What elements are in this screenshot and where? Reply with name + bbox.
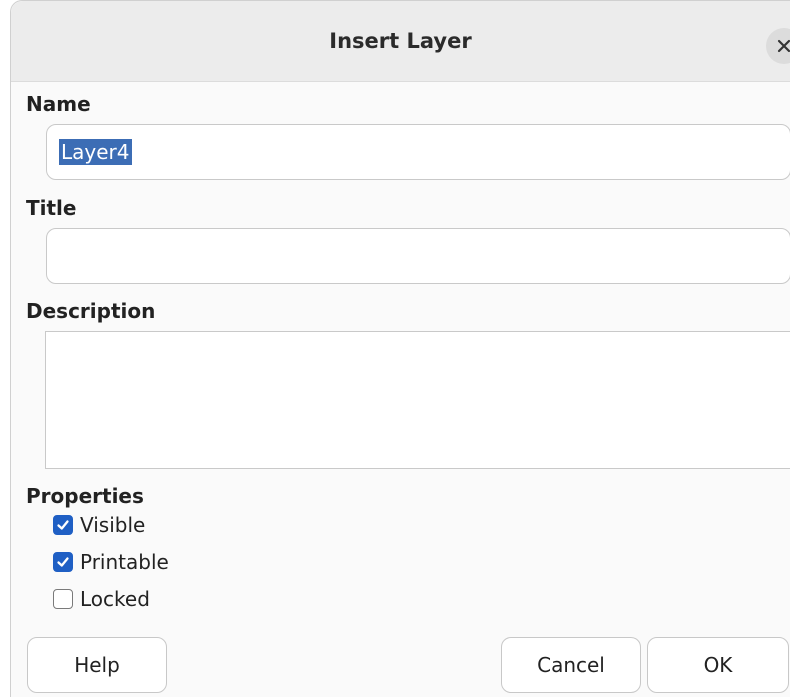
title-label: Title [26, 196, 77, 220]
help-button[interactable]: Help [27, 637, 167, 693]
checkmark-icon [57, 520, 69, 530]
description-label: Description [26, 299, 156, 323]
cancel-button[interactable]: Cancel [501, 637, 641, 693]
close-button[interactable] [766, 28, 790, 64]
name-field[interactable]: Layer4 [46, 124, 790, 180]
locked-checkbox-box[interactable] [53, 589, 73, 609]
dialog-title: Insert Layer [329, 29, 472, 53]
insert-layer-dialog: Insert Layer Name Layer4 Title Descripti… [10, 0, 790, 697]
ok-button[interactable]: OK [647, 637, 789, 693]
name-field-value: Layer4 [59, 139, 132, 165]
visible-checkbox-box[interactable] [53, 515, 73, 535]
close-icon [777, 39, 790, 53]
properties-label: Properties [26, 484, 144, 508]
name-label: Name [26, 92, 91, 116]
printable-checkbox[interactable]: Printable [53, 550, 169, 574]
locked-label: Locked [80, 587, 150, 611]
description-textarea[interactable] [45, 331, 790, 469]
visible-label: Visible [80, 513, 146, 537]
printable-checkbox-box[interactable] [53, 552, 73, 572]
title-field[interactable] [46, 228, 790, 284]
title-bar: Insert Layer [11, 1, 790, 82]
locked-checkbox[interactable]: Locked [53, 587, 150, 611]
checkmark-icon [57, 557, 69, 567]
printable-label: Printable [80, 550, 169, 574]
visible-checkbox[interactable]: Visible [53, 513, 145, 537]
